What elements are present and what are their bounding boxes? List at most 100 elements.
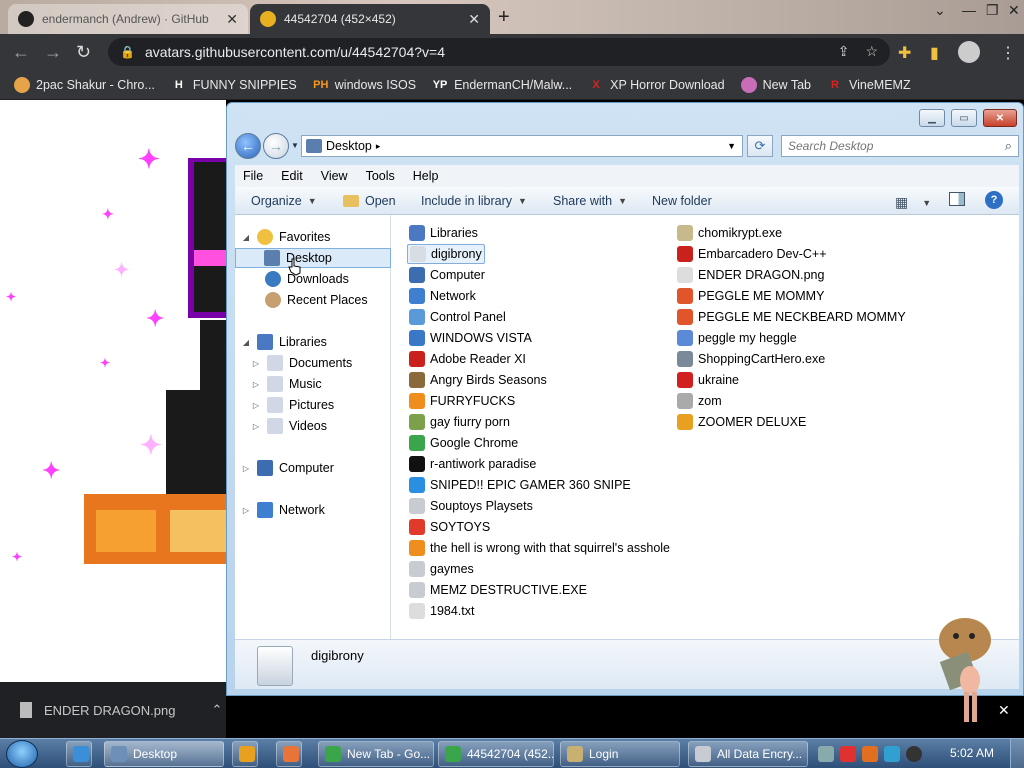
file-item[interactable]: ZOOMER DELUXE [675,412,808,432]
forward-button[interactable]: → [263,133,289,159]
preview-pane-button[interactable] [949,192,965,206]
nav-pictures[interactable]: ▷ Pictures [251,395,334,415]
nav-network[interactable]: ▷ Network [241,500,325,520]
file-item[interactable]: ENDER DRAGON.png [675,265,826,285]
file-item[interactable]: chomikrypt.exe [675,223,784,243]
file-item[interactable]: zom [675,391,724,411]
bookmark-item[interactable]: YP EndermanCH/Malw... [432,77,572,93]
menu-icon[interactable]: ⋮ [1000,43,1016,63]
share-icon[interactable]: ⇪ [838,43,850,60]
file-item[interactable]: WINDOWS VISTA [407,328,534,348]
collapse-icon[interactable]: ▷ [251,401,261,410]
file-item[interactable]: gaymes [407,559,476,579]
new-tab-button[interactable]: + [498,6,510,29]
file-item[interactable]: Computer [407,265,487,285]
recent-pages-icon[interactable]: ▼ [291,141,299,150]
file-item[interactable]: the hell is wrong with that squirrel's a… [407,538,672,558]
tray-volume-icon[interactable] [906,746,922,762]
taskbar-button[interactable]: Login [560,741,680,767]
menu-tools[interactable]: Tools [366,169,395,183]
explorer-titlebar[interactable]: ▁ ▭ ✕ [227,103,1023,131]
close-button[interactable]: ✕ [983,109,1017,127]
minimize-button[interactable]: ▁ [919,109,945,127]
collapse-icon[interactable]: ▷ [251,359,261,368]
file-item[interactable]: PEGGLE ME NECKBEARD MOMMY [675,307,908,327]
file-item[interactable]: r-antiwork paradise [407,454,538,474]
chevron-up-icon[interactable]: ⌃ [211,702,222,718]
close-icon[interactable]: ✕ [468,11,480,28]
nav-documents[interactable]: ▷ Documents [251,353,352,373]
file-item[interactable]: Embarcadero Dev-C++ [675,244,829,264]
profile-avatar[interactable] [958,41,980,63]
nav-recent-places[interactable]: Recent Places [265,290,368,310]
file-item[interactable]: peggle my heggle [675,328,799,348]
menu-help[interactable]: Help [413,169,439,183]
chevron-right-icon[interactable]: ▸ [376,141,381,152]
search-field[interactable]: ⌕ [781,135,1019,157]
nav-downloads[interactable]: Downloads [265,269,349,289]
file-item[interactable]: Network [407,286,478,306]
nav-computer[interactable]: ▷ Computer [241,458,334,478]
refresh-button[interactable]: ⟳ [747,135,773,157]
file-item[interactable]: Libraries [407,223,480,243]
nav-libraries[interactable]: ◢ Libraries [241,332,327,352]
tray-network-icon[interactable] [884,746,900,762]
collapse-icon[interactable]: ▷ [251,422,261,431]
nav-music[interactable]: ▷ Music [251,374,322,394]
chevron-down-icon[interactable]: ▼ [727,141,736,151]
bookmark-item[interactable]: X XP Horror Download [588,77,725,93]
taskbar-button[interactable] [66,741,92,767]
menu-edit[interactable]: Edit [281,169,303,183]
reload-icon[interactable]: ↻ [76,42,91,63]
organize-button[interactable]: Organize ▼ [251,194,317,208]
show-desktop-button[interactable] [1010,739,1024,768]
restore-button[interactable]: ❐ [986,2,999,19]
open-button[interactable]: Open [343,194,396,208]
bookmark-item[interactable]: New Tab [740,76,811,93]
close-icon[interactable]: ✕ [998,702,1010,719]
bookmark-item[interactable]: R VineMEMZ [827,77,911,93]
nav-favorites[interactable]: ◢ Favorites [241,227,330,247]
share-with-button[interactable]: Share with ▼ [553,194,627,208]
close-icon[interactable]: ✕ [226,11,238,28]
bookmark-item[interactable]: H FUNNY SNIPPIES [171,77,297,93]
taskbar-button[interactable] [276,741,302,767]
taskbar-button[interactable]: Desktop [104,741,224,767]
close-window-button[interactable]: ✕ [1008,2,1020,19]
change-view-button[interactable]: ▦ ▼ [895,194,931,211]
file-item[interactable]: ShoppingCartHero.exe [675,349,827,369]
minimize-button[interactable]: — [962,2,976,18]
menu-file[interactable]: File [243,169,263,183]
bookmark-item[interactable]: 2pac Shakur - Chro... [14,76,155,93]
explorer-address-bar[interactable]: Desktop ▸ ▼ [301,135,743,157]
maximize-button[interactable]: ▭ [951,109,977,127]
bookmark-item[interactable]: PH windows ISOS [313,77,416,93]
nav-videos[interactable]: ▷ Videos [251,416,327,436]
file-item[interactable]: digibrony [407,244,485,264]
file-item[interactable]: Google Chrome [407,433,520,453]
file-item[interactable]: ukraine [675,370,741,390]
search-input[interactable] [788,139,988,153]
collapse-icon[interactable]: ▷ [241,464,251,473]
download-item[interactable]: ENDER DRAGON.png ⌃ [20,702,222,718]
file-item[interactable]: Adobe Reader XI [407,349,528,369]
file-item[interactable]: MEMZ DESTRUCTIVE.EXE [407,580,589,600]
taskbar-button[interactable] [232,741,258,767]
start-button[interactable] [6,740,38,768]
tray-search-icon[interactable] [862,746,878,762]
help-button[interactable]: ? [985,191,1003,209]
file-item[interactable]: SOYTOYS [407,517,492,537]
nav-desktop[interactable]: Desktop [235,248,391,268]
file-item[interactable]: Souptoys Playsets [407,496,535,516]
forward-arrow-icon[interactable]: → [44,42,62,63]
chevron-down-icon[interactable]: ⌄ [934,2,946,19]
expand-icon[interactable]: ◢ [241,233,251,242]
collapse-icon[interactable]: ▷ [251,380,261,389]
taskbar-button[interactable]: 44542704 (452... [438,741,554,767]
collapse-icon[interactable]: ▷ [241,506,251,515]
include-in-library-button[interactable]: Include in library ▼ [421,194,527,208]
menu-view[interactable]: View [321,169,348,183]
file-item[interactable]: Control Panel [407,307,508,327]
file-item[interactable]: 1984.txt [407,601,476,621]
expand-icon[interactable]: ◢ [241,338,251,347]
